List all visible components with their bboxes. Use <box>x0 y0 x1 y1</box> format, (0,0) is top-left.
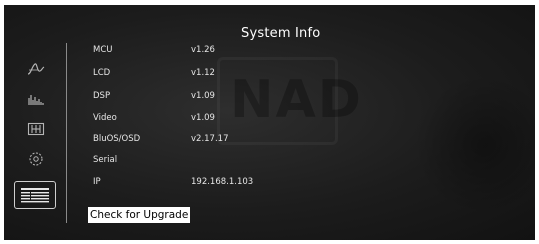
sidebar-item-settings[interactable] <box>23 148 49 170</box>
serial-label: Serial <box>93 155 118 165</box>
dsp-version: v1.09 <box>191 91 215 101</box>
dsp-label: DSP <box>93 91 111 101</box>
system-info-screen: NAD System Info MCU v1.26 LCD v1.12 DSP … <box>4 5 535 240</box>
bluos-osd-version: v2.17.17 <box>191 134 229 144</box>
check-for-upgrade-button[interactable]: Check for Upgrade <box>88 207 191 223</box>
bluos-osd-label: BluOS/OSD <box>93 134 141 144</box>
lcd-label: LCD <box>93 68 111 78</box>
mcu-version: v1.26 <box>191 45 215 55</box>
sidebar-item-equalizer[interactable] <box>23 88 49 110</box>
brand-watermark-logo: NAD <box>217 57 361 145</box>
sidebar-divider <box>66 43 67 223</box>
mcu-label: MCU <box>93 45 113 55</box>
audio-wave-icon <box>27 62 45 76</box>
brand-watermark-text: NAD <box>230 70 363 130</box>
ip-address: 192.168.1.103 <box>191 177 254 187</box>
speaker-setup-icon <box>27 122 45 136</box>
sidebar-item-system-info[interactable] <box>14 181 56 209</box>
ip-label: IP <box>93 177 101 187</box>
system-info-icon <box>20 186 50 204</box>
lcd-version: v1.12 <box>191 68 215 78</box>
page-title: System Info <box>241 26 321 41</box>
sidebar-item-audio[interactable] <box>23 58 49 80</box>
settings-gear-icon <box>28 151 44 167</box>
video-label: Video <box>93 113 117 123</box>
sidebar-item-speakers[interactable] <box>23 118 49 140</box>
equalizer-icon <box>27 92 45 106</box>
background-knob-shadow <box>414 75 535 215</box>
video-version: v1.09 <box>191 113 215 123</box>
